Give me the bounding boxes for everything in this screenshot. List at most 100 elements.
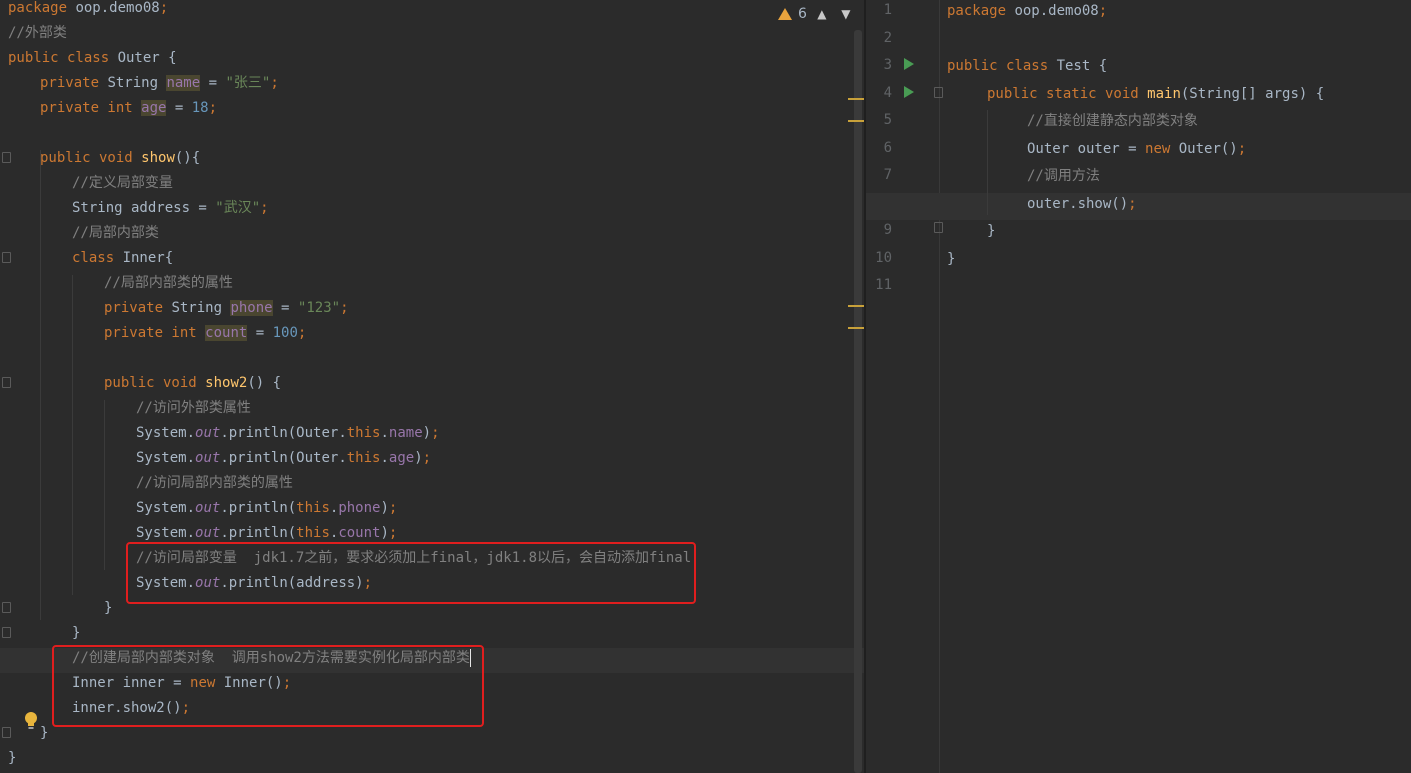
code-token: } xyxy=(104,600,113,616)
right-code-line[interactable]: //调用方法 xyxy=(866,165,1411,193)
code-text: System.out.println(this.phone); xyxy=(136,498,397,519)
indent-guide xyxy=(987,110,988,215)
lightbulb-icon[interactable] xyxy=(24,711,38,731)
code-token: ; xyxy=(340,300,349,316)
left-code-line[interactable]: //访问局部内部类的属性 xyxy=(0,473,864,498)
highlight-box-inner-instantiation xyxy=(52,645,484,727)
left-code-line[interactable]: private String phone = "123"; xyxy=(0,298,864,323)
indent-guide xyxy=(72,275,73,595)
left-code-line[interactable]: private int age = 18; xyxy=(0,98,864,123)
right-code-line[interactable]: package oop.demo08; xyxy=(866,0,1411,28)
code-token: ; xyxy=(431,425,440,441)
code-token: ; xyxy=(159,0,169,16)
left-code-line[interactable]: class Inner{ xyxy=(0,248,864,273)
left-code-line[interactable]: System.out.println(this.phone); xyxy=(0,498,864,523)
fold-marker-icon[interactable] xyxy=(934,222,943,233)
code-token: count xyxy=(205,325,248,341)
warning-stripe-marker[interactable] xyxy=(848,120,864,122)
inspection-widget[interactable]: 6 ▲ ▼ xyxy=(778,4,855,24)
code-text: String address = "武汉"; xyxy=(72,198,269,219)
code-token: public class xyxy=(8,50,118,66)
code-token: } xyxy=(8,750,17,766)
code-token: main xyxy=(1147,85,1181,102)
run-arrow-icon[interactable] xyxy=(904,86,914,98)
right-code-line[interactable]: //直接创建静态内部类对象 xyxy=(866,110,1411,138)
code-token: (){ xyxy=(174,150,201,166)
code-text: //外部类 xyxy=(8,23,67,44)
code-token: } xyxy=(947,250,956,267)
left-code-line[interactable]: } xyxy=(0,748,864,773)
code-text: } xyxy=(947,248,955,271)
code-token: = xyxy=(166,100,192,116)
fold-marker-icon[interactable] xyxy=(2,727,11,738)
right-code-line[interactable]: public static void main(String[] args) { xyxy=(866,83,1411,111)
left-code-line[interactable]: String address = "武汉"; xyxy=(0,198,864,223)
chevron-up-icon[interactable]: ▲ xyxy=(813,5,831,23)
code-text: System.out.println(this.count); xyxy=(136,523,397,544)
fold-marker-icon[interactable] xyxy=(2,152,11,163)
run-arrow-icon[interactable] xyxy=(904,58,914,70)
code-token: name xyxy=(388,425,423,441)
code-token: System. xyxy=(136,500,196,516)
left-code-line[interactable]: private String name = "张三"; xyxy=(0,73,864,98)
left-code-line[interactable]: public void show2() { xyxy=(0,373,864,398)
left-code-line[interactable]: private int count = 100; xyxy=(0,323,864,348)
code-text: class Inner{ xyxy=(72,248,173,269)
left-code-line[interactable]: System.out.println(Outer.this.age); xyxy=(0,448,864,473)
right-code-line[interactable]: outer.show(); xyxy=(866,192,1411,220)
left-code-line[interactable]: package oop.demo08; xyxy=(0,0,864,23)
code-token: ; xyxy=(388,525,398,541)
code-token: //外部类 xyxy=(8,25,67,41)
warning-stripe-marker[interactable] xyxy=(848,305,864,307)
code-token: "123" xyxy=(297,300,341,316)
warning-stripe-marker[interactable] xyxy=(848,327,864,329)
code-text: package oop.demo08; xyxy=(947,0,1107,23)
left-code-line[interactable]: //定义局部变量 xyxy=(0,173,864,198)
code-token: ; xyxy=(388,500,398,516)
left-code-line[interactable]: System.out.println(Outer.this.name); xyxy=(0,423,864,448)
code-token: ; xyxy=(297,325,307,341)
right-code-line[interactable]: } xyxy=(866,220,1411,248)
left-code-line[interactable] xyxy=(0,348,864,373)
code-token: this xyxy=(346,425,381,441)
code-token: private int xyxy=(104,325,206,341)
left-code-line[interactable]: //访问外部类属性 xyxy=(0,398,864,423)
fold-marker-icon[interactable] xyxy=(934,87,943,98)
left-code-line[interactable] xyxy=(0,123,864,148)
code-token: package xyxy=(947,3,1015,19)
code-text: public void show(){ xyxy=(40,148,200,169)
code-token: oop.demo08 xyxy=(75,0,160,16)
left-code-line[interactable]: //外部类 xyxy=(0,23,864,48)
code-token: Test { xyxy=(1056,58,1108,74)
code-token: age xyxy=(141,100,167,116)
code-text: private int count = 100; xyxy=(104,323,306,344)
fold-marker-icon[interactable] xyxy=(2,377,11,388)
right-code-line[interactable] xyxy=(866,275,1411,303)
left-code-line[interactable]: //局部内部类的属性 xyxy=(0,273,864,298)
right-code-line[interactable] xyxy=(866,28,1411,56)
code-token: this xyxy=(296,500,330,516)
code-text: Outer outer = new Outer(); xyxy=(1027,138,1246,161)
right-code-line[interactable]: public class Test { xyxy=(866,55,1411,83)
code-token: out xyxy=(195,500,221,516)
vertical-scrollbar[interactable] xyxy=(854,30,862,773)
left-code-line[interactable]: public void show(){ xyxy=(0,148,864,173)
code-text: //局部内部类 xyxy=(72,223,159,244)
warning-stripe-marker[interactable] xyxy=(848,98,864,100)
editor-test-java[interactable]: 1234567891011 package oop.demo08;public … xyxy=(866,0,1411,773)
left-code-line[interactable]: //局部内部类 xyxy=(0,223,864,248)
left-code-line[interactable]: public class Outer { xyxy=(0,48,864,73)
fold-marker-icon[interactable] xyxy=(2,602,11,613)
chevron-down-icon[interactable]: ▼ xyxy=(837,5,855,23)
editor-outer-java[interactable]: package oop.demo08; //外部类 public class Out… xyxy=(0,0,864,773)
warning-triangle-icon xyxy=(778,8,792,20)
warning-count: 6 xyxy=(798,6,807,22)
code-token: "张三" xyxy=(225,75,271,91)
code-token: //访问外部类属性 xyxy=(136,400,251,416)
fold-marker-icon[interactable] xyxy=(2,252,11,263)
right-code-line[interactable]: Outer outer = new Outer(); xyxy=(866,138,1411,166)
right-code-line[interactable]: } xyxy=(866,248,1411,276)
code-token: //直接创建静态内部类对象 xyxy=(1027,113,1198,129)
fold-marker-icon[interactable] xyxy=(2,627,11,638)
code-token: () { xyxy=(247,375,282,391)
